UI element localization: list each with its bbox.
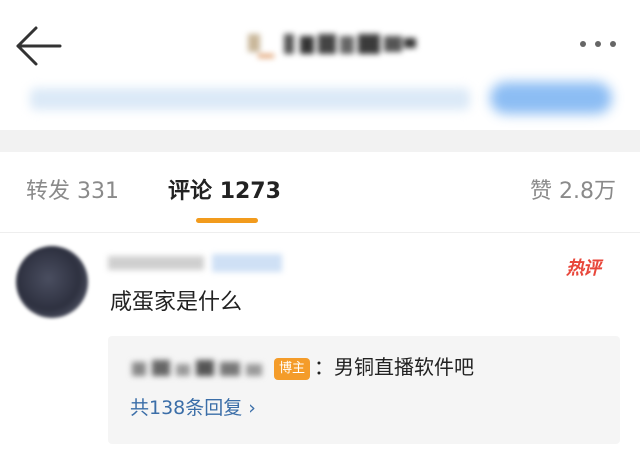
hot-comment-badge: 热评 xyxy=(566,258,601,279)
page-title-obscured xyxy=(240,26,440,66)
tab-repost-label: 转发 xyxy=(26,179,71,204)
reply-text: ：男铜直播软件吧 xyxy=(314,355,474,379)
view-replies-link[interactable]: 共138条回复 › xyxy=(130,392,256,424)
tabs-divider xyxy=(0,232,640,233)
reply-username-obscured[interactable] xyxy=(130,356,270,380)
back-button[interactable] xyxy=(14,24,64,68)
pixelated-reply-username xyxy=(132,360,262,376)
tab-likes-label: 赞 xyxy=(529,179,552,204)
comment-text: 咸蛋家是什么 xyxy=(110,290,243,315)
tab-comments-count: 1273 xyxy=(219,179,281,204)
active-tab-indicator xyxy=(196,218,258,223)
pixelated-title xyxy=(248,34,416,58)
comment-username-obscured[interactable] xyxy=(108,252,288,274)
tab-repost[interactable]: 转发 331 xyxy=(26,172,119,212)
obscured-button xyxy=(490,82,612,114)
obscured-banner xyxy=(30,78,612,120)
tab-comments[interactable]: 评论 1273 xyxy=(168,172,281,212)
avatar[interactable] xyxy=(16,246,88,318)
obscured-text xyxy=(30,88,470,110)
host-badge: 博主 xyxy=(274,358,310,380)
more-dots-icon xyxy=(580,41,616,47)
tab-likes-count: 2.8万 xyxy=(559,179,616,204)
tab-comments-label: 评论 xyxy=(168,179,213,204)
tab-repost-count: 331 xyxy=(77,179,120,204)
tab-likes[interactable]: 赞 2.8万 xyxy=(530,172,616,212)
pixelated-username xyxy=(108,254,282,272)
more-button[interactable] xyxy=(576,32,620,56)
arrow-left-icon xyxy=(16,26,62,66)
section-divider xyxy=(0,130,640,152)
reply-box[interactable]: 博主 ：男铜直播软件吧 共138条回复 › xyxy=(108,336,620,444)
